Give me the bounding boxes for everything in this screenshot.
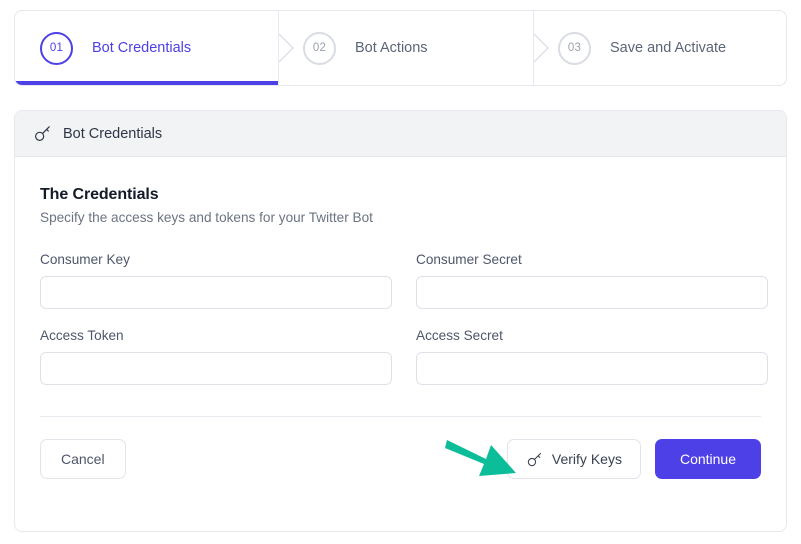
stepper-step-save-and-activate[interactable]: 03 Save and Activate xyxy=(533,11,786,85)
verify-keys-label: Verify Keys xyxy=(551,451,622,467)
field-consumer-key: Consumer Key xyxy=(40,252,392,309)
cancel-button[interactable]: Cancel xyxy=(40,439,126,479)
step-number: 02 xyxy=(312,42,327,54)
field-label-access-secret: Access Secret xyxy=(416,328,503,343)
step-number: 03 xyxy=(567,42,582,54)
wizard-stepper: 01 Bot Credentials 02 Bot Actions 03 Sav… xyxy=(14,10,787,86)
stepper-step-bot-credentials[interactable]: 01 Bot Credentials xyxy=(15,11,278,85)
panel-header-title: Bot Credentials xyxy=(63,125,163,142)
access-token-input[interactable] xyxy=(40,352,392,385)
verify-keys-button[interactable]: Verify Keys xyxy=(506,439,641,479)
consumer-key-input[interactable] xyxy=(40,276,392,309)
step-number-badge: 02 xyxy=(303,31,336,65)
step-number: 01 xyxy=(49,42,64,54)
consumer-secret-input[interactable] xyxy=(416,276,768,309)
step-label: Bot Credentials xyxy=(92,40,192,56)
step-label: Bot Actions xyxy=(355,40,428,56)
footer-divider xyxy=(40,416,761,417)
field-label-access-token: Access Token xyxy=(40,328,124,343)
field-access-token: Access Token xyxy=(40,328,392,385)
active-step-underline xyxy=(15,81,278,85)
panel-footer: Cancel Verify Keys Continue xyxy=(40,439,761,479)
access-secret-input[interactable] xyxy=(416,352,768,385)
continue-button[interactable]: Continue xyxy=(654,439,761,479)
field-label-consumer-secret: Consumer Secret xyxy=(416,252,522,267)
step-label: Save and Activate xyxy=(610,40,727,56)
field-label-consumer-key: Consumer Key xyxy=(40,252,130,267)
key-icon xyxy=(527,452,541,466)
section-subtitle: Specify the access keys and tokens for y… xyxy=(40,210,373,225)
bot-credentials-panel: Bot Credentials The Credentials Specify … xyxy=(14,110,787,532)
stepper-step-bot-actions[interactable]: 02 Bot Actions xyxy=(278,11,533,85)
field-consumer-secret: Consumer Secret xyxy=(416,252,768,309)
key-icon xyxy=(35,126,50,141)
panel-body: The Credentials Specify the access keys … xyxy=(15,157,786,479)
panel-header: Bot Credentials xyxy=(15,111,786,157)
step-number-badge: 01 xyxy=(40,31,73,65)
section-title: The Credentials xyxy=(40,186,159,203)
step-number-badge: 03 xyxy=(558,31,591,65)
credentials-form: Consumer Key Consumer Secret Access Toke… xyxy=(40,252,768,385)
field-access-secret: Access Secret xyxy=(416,328,768,385)
